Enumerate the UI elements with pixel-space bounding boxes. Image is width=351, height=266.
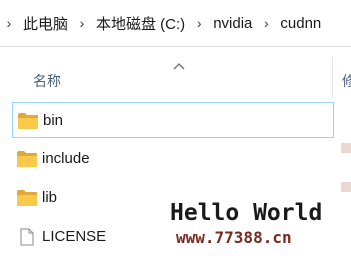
breadcrumb-local-disk[interactable]: 本地磁盘 (C:)	[95, 11, 186, 36]
chevron-right-icon[interactable]: ›	[259, 15, 273, 31]
column-header: 名称 修	[0, 57, 351, 99]
list-item-bin[interactable]: bin	[12, 102, 334, 138]
column-name-header[interactable]: 名称	[33, 71, 61, 91]
breadcrumb-cudnn[interactable]: cudnn	[279, 13, 322, 34]
breadcrumb-this-pc[interactable]: 此电脑	[22, 11, 69, 36]
column-modified-header[interactable]: 修	[342, 71, 351, 91]
folder-icon	[18, 113, 38, 129]
breadcrumb-nvidia[interactable]: nvidia	[212, 13, 253, 34]
file-name: LICENSE	[42, 228, 107, 245]
sort-ascending-icon	[173, 63, 185, 70]
column-overflow-mark	[341, 143, 351, 153]
chevron-right-icon[interactable]: ›	[75, 15, 89, 31]
folder-icon	[17, 151, 37, 167]
chevron-right-icon[interactable]: ›	[192, 15, 206, 31]
file-explorer-window: › 此电脑 › 本地磁盘 (C:) › nvidia › cudnn 名称 修 …	[0, 0, 351, 266]
watermark-title: Hello World	[170, 200, 322, 226]
file-name: bin	[43, 112, 64, 129]
column-overflow-mark	[341, 182, 351, 192]
list-item-include[interactable]: include	[12, 141, 334, 177]
breadcrumb[interactable]: › 此电脑 › 本地磁盘 (C:) › nvidia › cudnn	[0, 0, 351, 47]
watermark-url: www.77388.cn	[176, 228, 292, 247]
file-name: include	[42, 150, 90, 167]
chevron-right-icon[interactable]: ›	[2, 15, 16, 31]
document-icon	[20, 228, 34, 246]
file-name: lib	[42, 189, 58, 206]
folder-icon	[17, 190, 37, 206]
column-divider[interactable]	[332, 57, 333, 97]
watermark-logo: Hello World www.77388.cn	[170, 200, 322, 247]
